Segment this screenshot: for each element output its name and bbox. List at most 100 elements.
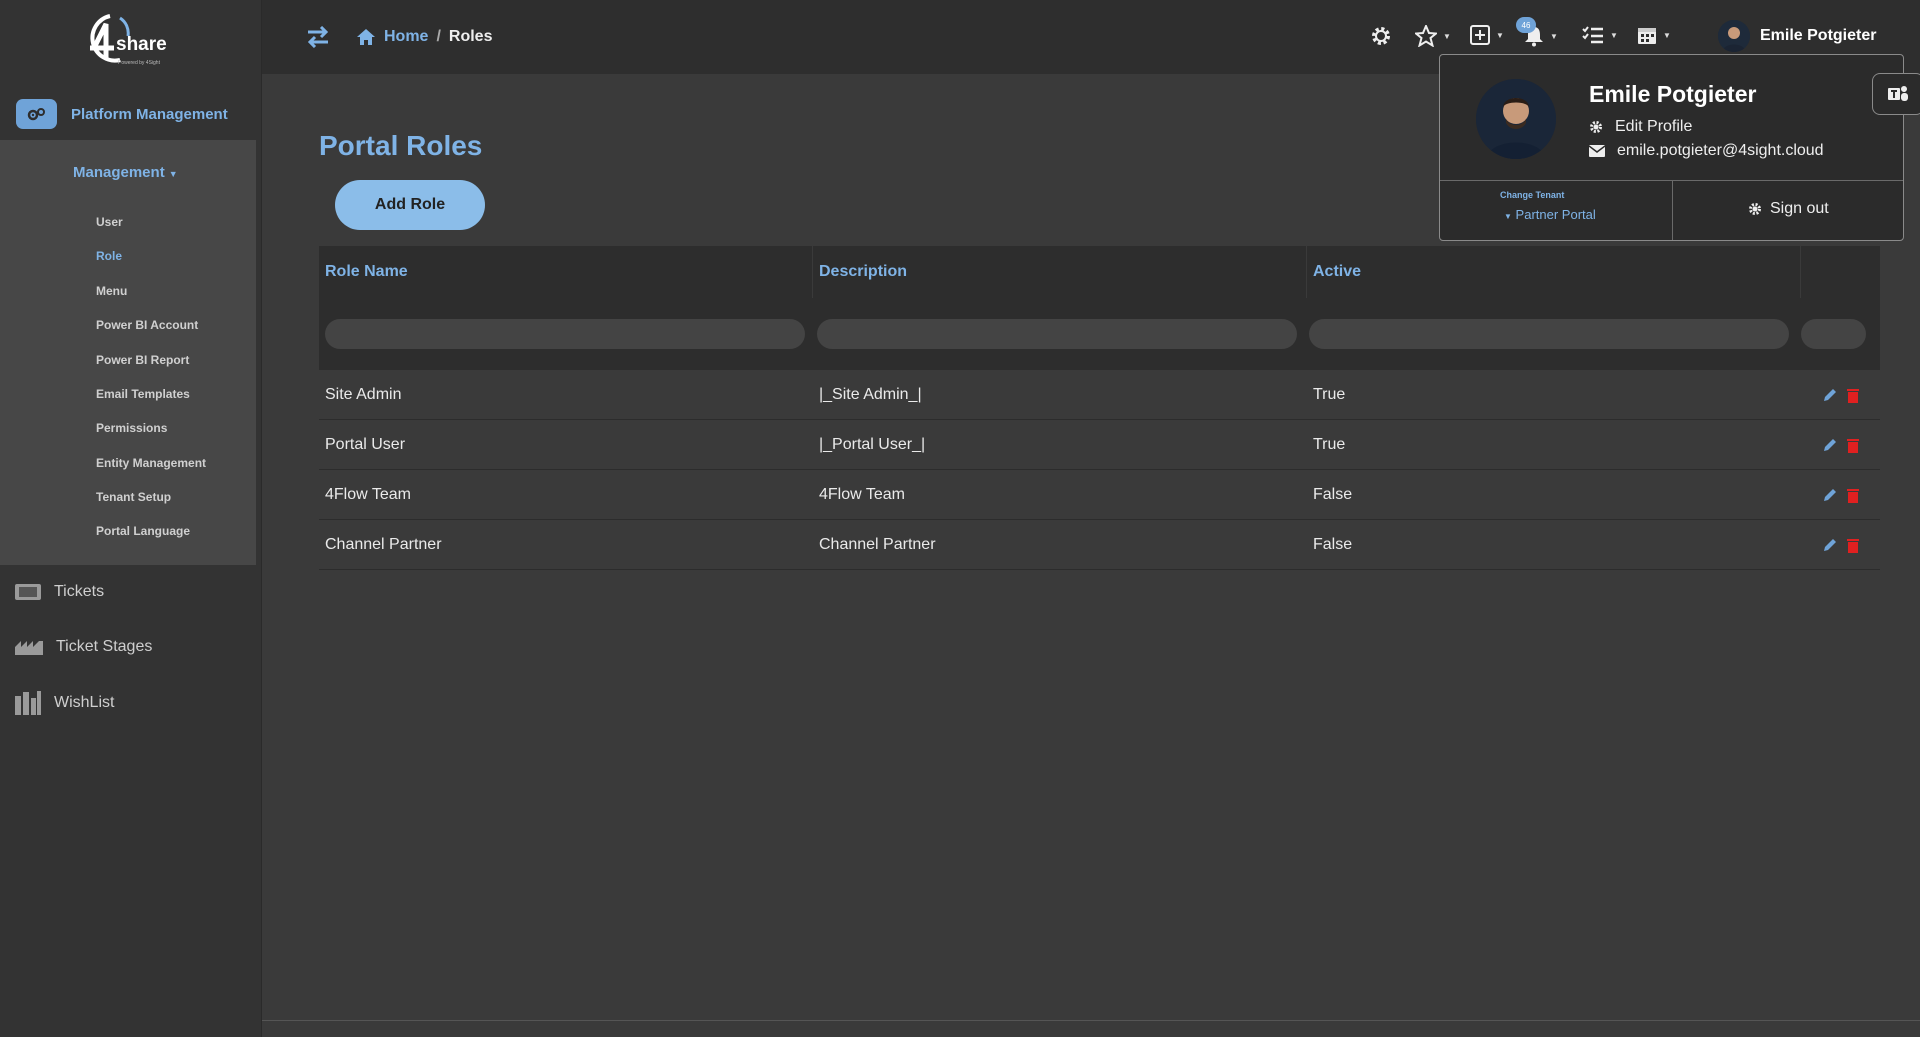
- table-header: Role Name Description Active: [319, 246, 1880, 298]
- delete-trash-icon[interactable]: [1846, 387, 1860, 403]
- management-dropdown[interactable]: Management ▼: [73, 164, 178, 181]
- edit-pencil-icon[interactable]: [1822, 537, 1838, 553]
- table-row: Site Admin |_Site Admin_| True: [319, 370, 1880, 420]
- management-label: Management: [73, 164, 165, 181]
- caret-down-icon: ▼: [1443, 31, 1451, 41]
- breadcrumb-home[interactable]: Home: [384, 28, 428, 46]
- sidebar-item-entity-management[interactable]: Entity Management: [96, 456, 206, 470]
- logo-brand-text: share: [116, 34, 167, 55]
- sidebar-item-permissions[interactable]: Permissions: [96, 421, 167, 435]
- profile-dropdown: Emile Potgieter Edit Profile emile.potgi…: [1439, 54, 1904, 241]
- delete-trash-icon[interactable]: [1846, 487, 1860, 503]
- role-name-cell: Portal User: [325, 435, 406, 453]
- user-name: Emile Potgieter: [1760, 27, 1877, 44]
- role-name-filter-input[interactable]: [325, 319, 805, 349]
- sign-out-button[interactable]: Sign out: [1748, 200, 1829, 218]
- description-cell: |_Site Admin_|: [819, 385, 922, 403]
- role-name-cell: Site Admin: [325, 385, 402, 403]
- caret-down-icon: ▼: [1550, 31, 1558, 41]
- calendar-dropdown[interactable]: ▼: [1637, 25, 1671, 45]
- ticket-stages-label: Ticket Stages: [56, 638, 153, 655]
- profile-name: Emile Potgieter: [1589, 81, 1757, 107]
- sidebar-item-power-bi-report[interactable]: Power BI Report: [96, 353, 189, 367]
- sidebar-item-role[interactable]: Role: [96, 249, 122, 263]
- column-header-description[interactable]: Description: [813, 246, 1307, 298]
- column-header-active[interactable]: Active: [1307, 246, 1801, 298]
- sidebar-item-tickets[interactable]: Tickets: [14, 582, 104, 602]
- wishlist-label: WishList: [54, 694, 115, 711]
- add-dropdown[interactable]: ▼: [1470, 25, 1504, 45]
- toggle-sidebar-icon[interactable]: [306, 25, 330, 53]
- sidebar-item-user[interactable]: User: [96, 215, 123, 229]
- stages-icon: [15, 641, 43, 655]
- favorites-dropdown[interactable]: ▼: [1415, 25, 1451, 47]
- logo-tagline: Powered by 4Sight: [118, 60, 160, 66]
- platform-management-item[interactable]: Platform Management: [0, 92, 262, 136]
- edit-profile-label: Edit Profile: [1615, 118, 1693, 135]
- caret-down-icon: ▼: [1663, 30, 1671, 40]
- column-header-actions: [1801, 246, 1880, 298]
- active-cell: True: [1313, 385, 1346, 403]
- caret-down-icon: ▼: [1504, 212, 1512, 221]
- star-icon: [1415, 25, 1437, 47]
- sidebar-item-power-bi-account[interactable]: Power BI Account: [96, 318, 198, 332]
- settings-button[interactable]: [1370, 25, 1392, 47]
- plus-square-icon: [1470, 25, 1490, 45]
- platform-management-label: Platform Management: [71, 105, 228, 123]
- caret-down-icon: ▼: [1496, 30, 1504, 40]
- add-role-button[interactable]: Add Role: [335, 180, 485, 230]
- avatar: [1718, 20, 1750, 52]
- profile-avatar: [1476, 79, 1556, 159]
- calendar-icon: [1638, 28, 1656, 44]
- footer-divider: [262, 1020, 1920, 1021]
- sidebar-item-menu[interactable]: Menu: [96, 284, 127, 298]
- row-actions: [1801, 487, 1880, 503]
- app-logo[interactable]: share Powered by 4Sight: [80, 10, 180, 80]
- role-name-cell: 4Flow Team: [325, 485, 411, 503]
- gear-icon: [1749, 203, 1761, 215]
- table-row: Channel Partner Channel Partner False: [319, 520, 1880, 570]
- description-cell: 4Flow Team: [819, 485, 905, 503]
- sidebar: share Powered by 4Sight Platform Managem…: [0, 0, 262, 1037]
- sidebar-item-email-templates[interactable]: Email Templates: [96, 387, 190, 401]
- description-filter-input[interactable]: [817, 319, 1297, 349]
- filter-row: [319, 298, 1880, 370]
- tickets-label: Tickets: [54, 583, 105, 600]
- change-tenant-label: Change Tenant: [1500, 190, 1565, 200]
- sidebar-item-wishlist[interactable]: WishList: [14, 690, 114, 716]
- tenant-dropdown[interactable]: ▼ Partner Portal: [1504, 207, 1596, 222]
- gear-icon: [1590, 121, 1602, 133]
- notification-badge: 46: [1516, 17, 1536, 33]
- profile-email[interactable]: emile.potgieter@4sight.cloud: [1589, 142, 1824, 160]
- sidebar-item-portal-language[interactable]: Portal Language: [96, 524, 190, 538]
- column-header-role-name[interactable]: Role Name: [319, 246, 813, 298]
- user-menu[interactable]: Emile Potgieter: [1718, 20, 1876, 52]
- edit-pencil-icon[interactable]: [1822, 487, 1838, 503]
- sidebar-item-tenant-setup[interactable]: Tenant Setup: [96, 490, 171, 504]
- tasks-dropdown[interactable]: ▼: [1582, 25, 1618, 45]
- caret-down-icon: ▼: [1610, 30, 1618, 40]
- edit-pencil-icon[interactable]: [1822, 387, 1838, 403]
- delete-trash-icon[interactable]: [1846, 537, 1860, 553]
- ticket-icon: [15, 584, 41, 600]
- active-cell: False: [1313, 535, 1353, 553]
- edit-pencil-icon[interactable]: [1822, 437, 1838, 453]
- active-filter-input[interactable]: [1309, 319, 1789, 349]
- teams-button[interactable]: [1872, 73, 1920, 115]
- row-actions: [1801, 537, 1880, 553]
- description-cell: Channel Partner: [819, 535, 936, 553]
- management-submenu: Management ▼ User Role Menu Power BI Acco…: [0, 140, 256, 565]
- edit-profile-link[interactable]: Edit Profile: [1589, 118, 1692, 136]
- description-cell: |_Portal User_|: [819, 435, 926, 453]
- row-actions: [1801, 437, 1880, 453]
- delete-trash-icon[interactable]: [1846, 437, 1860, 453]
- profile-vertical-divider: [1672, 181, 1673, 240]
- sign-out-label: Sign out: [1770, 200, 1829, 217]
- sidebar-item-ticket-stages[interactable]: Ticket Stages: [14, 637, 152, 657]
- actions-filter-input[interactable]: [1801, 319, 1866, 349]
- tenant-value: Partner Portal: [1515, 207, 1596, 222]
- table-row: 4Flow Team 4Flow Team False: [319, 470, 1880, 520]
- home-icon[interactable]: [356, 28, 376, 46]
- gear-icon: [1372, 27, 1390, 45]
- table-row: Portal User |_Portal User_| True: [319, 420, 1880, 470]
